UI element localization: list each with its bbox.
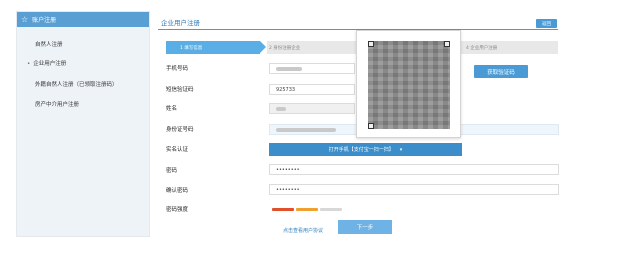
sms-code-field[interactable]: 925733 xyxy=(269,84,355,95)
sidebar-item-real-estate-agent[interactable]: 房产中介用户注册 xyxy=(17,100,151,108)
step-label: 1 填写信息 xyxy=(180,45,203,51)
confirm-password-field[interactable]: •••••••• xyxy=(269,184,559,195)
sms-code-value: 925733 xyxy=(276,86,296,93)
strength-bar-medium xyxy=(296,208,318,211)
step-label: 2 身份注册企业 xyxy=(269,45,301,51)
name-field[interactable] xyxy=(269,103,355,114)
real-name-label: 实名认证 xyxy=(166,147,189,153)
strength-bar-strong xyxy=(320,208,342,211)
alipay-verify-button[interactable]: 打开手机【支付宝一扫一扫】 ▾ xyxy=(269,143,462,156)
sidebar-item-label: 企业用户注册 xyxy=(33,61,67,67)
step-arrow-icon xyxy=(260,41,266,53)
id-number-label: 身份证号码 xyxy=(166,127,194,133)
sms-code-label: 短信验证码 xyxy=(166,87,194,93)
qr-code-image xyxy=(368,41,450,129)
step-1: 1 填写信息 xyxy=(166,41,260,54)
step-3: 4 企业用户注册 xyxy=(458,41,558,54)
sidebar-header: ☆ 账户注册 xyxy=(17,12,149,27)
strength-bar-weak xyxy=(272,208,294,211)
phone-label: 手机号码 xyxy=(166,66,189,72)
phone-field[interactable] xyxy=(269,63,355,74)
blurred-value xyxy=(276,106,286,111)
blurred-value xyxy=(276,66,302,71)
step-label: 4 企业用户注册 xyxy=(466,45,498,51)
chevron-down-icon: ▾ xyxy=(399,146,403,153)
page-title: 企业用户注册 xyxy=(161,19,200,27)
sidebar-item-label: 外籍自然人注册（已领取注册码） xyxy=(35,82,118,88)
next-step-button[interactable]: 下一步 xyxy=(338,220,392,234)
password-label: 密码 xyxy=(166,168,178,174)
bullet-icon: • xyxy=(27,61,31,67)
sidebar: ☆ 账户注册 自然人注册 • 企业用户注册 外籍自然人注册（已领取注册码） 房产中… xyxy=(16,11,150,237)
get-code-button[interactable]: 获取验证码 xyxy=(474,65,528,78)
sidebar-item-enterprise[interactable]: • 企业用户注册 xyxy=(17,59,151,67)
password-strength-label: 密码强度 xyxy=(166,207,189,213)
sidebar-item-natural-person[interactable]: 自然人注册 xyxy=(17,40,151,48)
password-field[interactable]: •••••••• xyxy=(269,164,559,175)
star-icon: ☆ xyxy=(21,14,29,24)
back-button[interactable]: 返回 xyxy=(536,19,557,28)
verify-button-label: 打开手机【支付宝一扫一扫】 xyxy=(328,147,394,153)
sidebar-header-label: 账户注册 xyxy=(32,17,57,24)
confirm-password-label: 确认密码 xyxy=(166,188,189,194)
qr-finder-icon xyxy=(444,41,450,47)
user-agreement-link[interactable]: 点击查看用户协议 xyxy=(283,227,323,234)
sidebar-item-label: 房产中介用户注册 xyxy=(35,102,80,108)
name-label: 姓名 xyxy=(166,106,178,112)
sidebar-item-label: 自然人注册 xyxy=(35,42,63,48)
password-value: •••••••• xyxy=(276,166,300,173)
blurred-value xyxy=(276,127,336,132)
qr-finder-icon xyxy=(368,41,374,47)
qr-code-popup xyxy=(356,30,461,138)
sidebar-item-foreign-person[interactable]: 外籍自然人注册（已领取注册码） xyxy=(17,80,151,88)
confirm-password-value: •••••••• xyxy=(276,186,300,193)
qr-finder-icon xyxy=(368,123,374,129)
